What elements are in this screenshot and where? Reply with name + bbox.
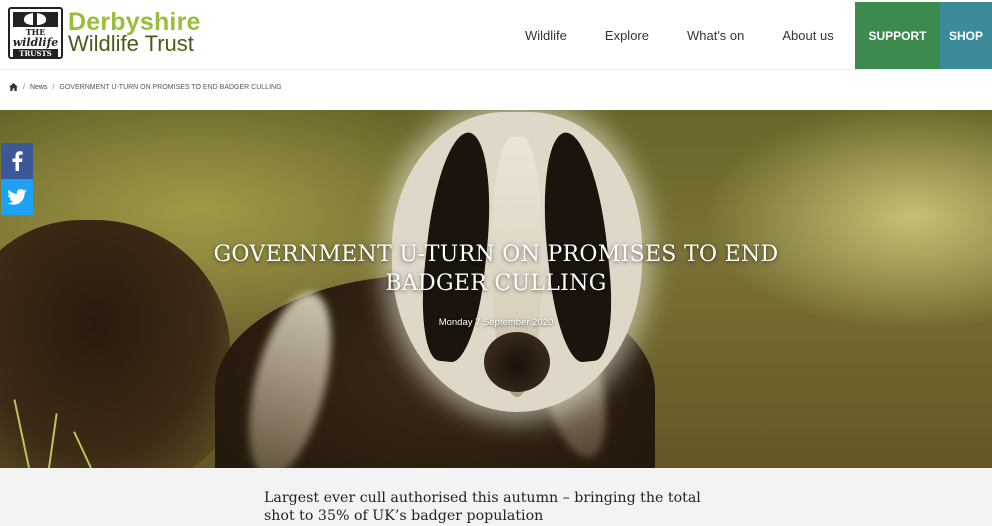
breadcrumb: / News / GOVERNMENT U-TURN ON PROMISES T… xyxy=(9,83,282,91)
nav-item-explore[interactable]: Explore xyxy=(586,28,668,43)
article-intro: Largest ever cull authorised this autumn… xyxy=(0,468,992,526)
facebook-share-button[interactable] xyxy=(1,143,33,179)
nav-item-wildlife[interactable]: Wildlife xyxy=(506,28,586,43)
twitter-share-button[interactable] xyxy=(1,179,33,215)
twitter-icon xyxy=(7,189,27,205)
logo-name-line2: Wildlife Trust xyxy=(68,31,194,56)
breadcrumb-news-link[interactable]: News xyxy=(30,84,48,91)
wildlife-trusts-badge-icon: THE wildlife TRUSTS xyxy=(8,7,63,59)
intro-line2: shot to 35% of UK’s badger population xyxy=(264,508,544,524)
badge-text-bottom: TRUSTS xyxy=(13,49,58,57)
badge-text-middle: wildlife xyxy=(12,36,59,49)
breadcrumb-separator: / xyxy=(52,83,55,91)
site-logo[interactable]: THE wildlife TRUSTS Derbyshire Wildlife … xyxy=(8,7,201,59)
breadcrumb-separator: / xyxy=(23,83,25,91)
breadcrumb-current: GOVERNMENT U-TURN ON PROMISES TO END BAD… xyxy=(59,83,282,91)
nav-item-about-us[interactable]: About us xyxy=(763,28,852,43)
share-bar xyxy=(1,143,33,215)
logo-name-line1: Derbyshire xyxy=(68,8,201,36)
home-icon[interactable] xyxy=(9,83,18,91)
shop-button[interactable]: SHOP xyxy=(940,2,992,69)
facebook-icon xyxy=(12,151,23,171)
page-title-line2: BADGER CULLING xyxy=(385,271,607,296)
site-header: THE wildlife TRUSTS Derbyshire Wildlife … xyxy=(0,0,992,70)
page-title-line1: GOVERNMENT U-TURN ON PROMISES TO END xyxy=(213,242,779,267)
page-title: GOVERNMENT U-TURN ON PROMISES TO END BAD… xyxy=(0,240,992,298)
main-nav: Wildlife Explore What's on About us xyxy=(506,0,853,70)
publish-date: Monday 7 September 2020 xyxy=(438,317,554,328)
support-button[interactable]: SUPPORT xyxy=(855,2,940,69)
intro-line1: Largest ever cull authorised this autumn… xyxy=(264,490,701,506)
nav-item-whats-on[interactable]: What's on xyxy=(668,28,763,43)
